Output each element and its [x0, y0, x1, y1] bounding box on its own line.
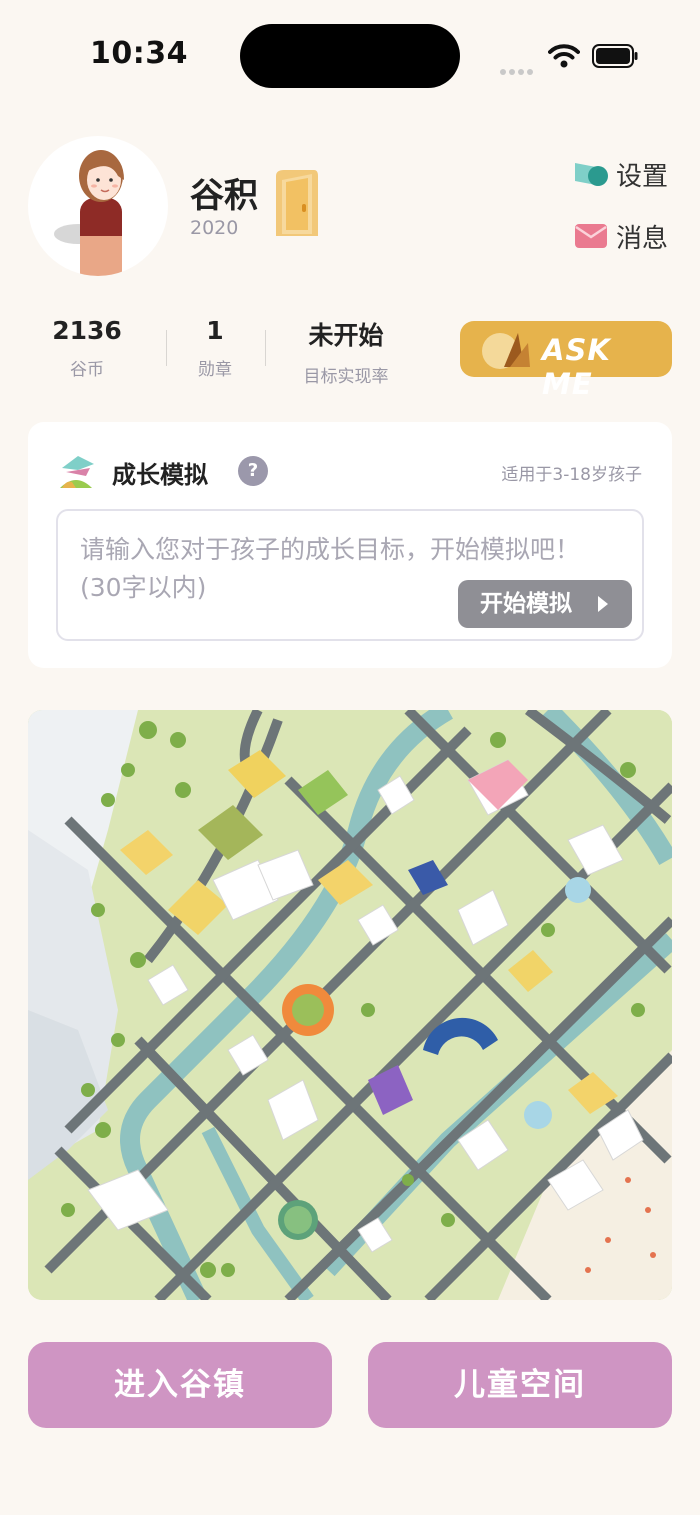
avatar[interactable] — [28, 136, 168, 276]
stat-goal-rate-label: 目标实现率 — [303, 367, 389, 387]
stat-medals[interactable]: 1 勋章 — [180, 316, 250, 380]
start-simulation-label: 开始模拟 — [480, 591, 572, 617]
growth-goal-input[interactable]: 请输入您对于孩子的成长目标，开始模拟吧！(30字以内) 开始模拟 — [56, 509, 644, 641]
growth-simulation-icon — [60, 456, 94, 488]
cellular-signal-icon — [500, 60, 536, 75]
stat-goal-rate-value: 未开始 — [308, 321, 384, 350]
help-icon[interactable]: ? — [238, 456, 268, 486]
mail-icon — [575, 224, 607, 248]
town-map[interactable] — [28, 710, 672, 1300]
town-map-illustration — [28, 710, 672, 1300]
stat-goal-rate[interactable]: 未开始 目标实现率 — [286, 316, 406, 387]
enter-town-button[interactable]: 进入谷镇 — [28, 1342, 332, 1428]
stat-coins[interactable]: 2136 谷币 — [46, 316, 128, 380]
profile-name: 谷积 — [190, 176, 258, 216]
messages-link[interactable]: 消息 — [574, 218, 668, 254]
simulation-title: 成长模拟 — [112, 461, 208, 489]
settings-link[interactable]: 设置 — [574, 156, 668, 192]
ask-me-button[interactable]: ASK ME — [460, 321, 672, 401]
stat-divider — [166, 330, 167, 366]
settings-label: 设置 — [616, 161, 669, 192]
stat-medals-value: 1 — [206, 316, 224, 345]
stat-medals-label: 勋章 — [198, 360, 232, 380]
messages-label: 消息 — [616, 223, 669, 254]
stat-divider — [265, 330, 266, 366]
ask-me-label: ASK ME — [542, 333, 611, 401]
start-simulation-button[interactable]: 开始模拟 — [458, 580, 632, 628]
wifi-icon — [548, 44, 580, 68]
settings-icon — [575, 163, 608, 186]
book-icon — [482, 333, 530, 369]
status-bar: 10:34 — [0, 0, 700, 110]
status-time: 10:34 — [90, 36, 188, 71]
play-arrow-icon — [598, 596, 608, 612]
dynamic-island — [240, 24, 460, 88]
stat-coins-value: 2136 — [52, 316, 122, 345]
profile-year: 2020 — [190, 217, 239, 239]
children-space-button[interactable]: 儿童空间 — [368, 1342, 672, 1428]
growth-simulation-card: 成长模拟 ? 适用于3-18岁孩子 请输入您对于孩子的成长目标，开始模拟吧！(3… — [28, 422, 672, 668]
door-badge-icon[interactable] — [272, 170, 318, 238]
avatar-illustration — [54, 150, 124, 276]
simulation-age-hint: 适用于3-18岁孩子 — [501, 465, 642, 485]
battery-icon — [592, 44, 638, 68]
stat-coins-label: 谷币 — [70, 360, 104, 380]
